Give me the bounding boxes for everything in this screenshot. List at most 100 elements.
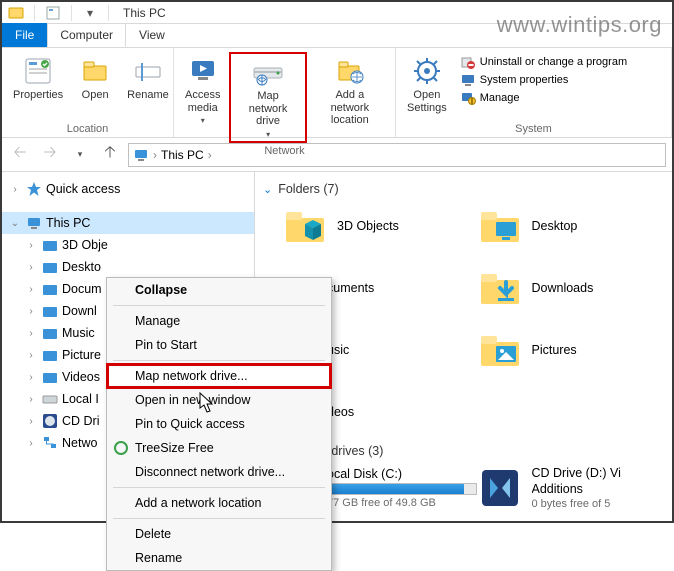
breadcrumb-this-pc[interactable]: This PC [161,148,204,162]
chevron-right-icon[interactable]: › [24,328,38,339]
rename-button[interactable]: Rename [120,52,176,105]
qat-dropdown-icon[interactable]: ▾ [82,5,98,21]
folder-icon [478,328,522,372]
qat-separator [108,5,109,21]
tree-desktop[interactable]: › Deskto [2,256,254,278]
folder-icon [478,266,522,310]
open-settings-button[interactable]: Open Settings [400,52,454,117]
address-bar[interactable]: › This PC › [128,143,666,167]
folder-icon [42,303,58,319]
tab-computer[interactable]: Computer [47,23,126,47]
ctx-open-new-window[interactable]: Open in new window [107,388,331,412]
open-icon [79,55,111,87]
ctx-manage[interactable]: Manage [107,309,331,333]
chevron-down-icon[interactable]: ⌄ [8,218,22,229]
chevron-right-icon[interactable]: › [24,350,38,361]
add-network-location-label: Add a network location [316,89,384,127]
chevron-right-icon[interactable]: › [24,306,38,317]
chevron-down-icon: ⌄ [263,183,272,196]
tree-label: Quick access [46,182,120,196]
drive-local-disk-c[interactable]: ocal Disk (C:) 77 GB free of 49.8 GB [327,462,478,514]
properties-qat-icon[interactable] [45,5,61,21]
folder-downloads[interactable]: Downloads [478,262,673,314]
folder-icon [42,281,58,297]
ctx-pin-quick-access[interactable]: Pin to Quick access [107,412,331,436]
folder-documents[interactable]: cuments [327,262,478,314]
system-properties-button[interactable]: System properties [460,72,627,88]
access-media-label: Access media [185,89,220,114]
window-title: This PC [119,6,166,20]
drive-label: ocal Disk (C:) [327,467,478,481]
folder-3d-objects[interactable]: 3D Objects [283,200,478,252]
drive-cd-d[interactable]: CD Drive (D:) Vi Additions 0 bytes free … [478,462,673,514]
add-network-location-icon [334,55,366,87]
chevron-right-icon[interactable]: › [153,148,157,162]
ctx-disconnect-network-drive[interactable]: Disconnect network drive... [107,460,331,484]
tab-view[interactable]: View [126,23,178,47]
network-icon [42,435,58,451]
tree-this-pc[interactable]: ⌄ This PC [2,212,254,234]
open-button[interactable]: Open [72,52,118,105]
tree-label: Local I [62,392,99,406]
chevron-right-icon[interactable]: › [24,240,38,251]
nav-back-button[interactable]: 🡠 [8,143,32,167]
context-menu: Collapse Manage Pin to Start Map network… [106,277,332,571]
folder-music[interactable]: usic [327,324,478,376]
chevron-right-icon[interactable]: › [208,148,212,162]
ctx-pin-start[interactable]: Pin to Start [107,333,331,357]
folder-icon [283,204,327,248]
folder-videos[interactable]: deos [327,386,478,438]
open-label: Open [82,89,109,102]
nav-history-dropdown[interactable]: ▾ [68,143,92,167]
properties-label: Properties [13,89,63,102]
manage-button[interactable]: Manage [460,90,627,106]
tab-file[interactable]: File [2,23,47,47]
folder-icon [478,204,522,248]
chevron-right-icon[interactable]: › [24,438,38,449]
chevron-right-icon[interactable]: › [24,284,38,295]
folder-icon [42,347,58,363]
properties-button[interactable]: Properties [6,52,70,105]
tree-quick-access[interactable]: › Quick access [2,178,254,200]
folder-desktop[interactable]: Desktop [478,200,673,252]
drives-section-header[interactable]: and drives (3) [307,444,672,458]
tree-3d-objects[interactable]: ›3D Obje [2,234,254,256]
chevron-right-icon[interactable]: › [8,184,22,195]
folder-label: Downloads [532,281,594,295]
drive-sublabel: 0 bytes free of 5 [532,498,673,510]
chevron-right-icon[interactable]: › [24,416,38,427]
tree-label: Videos [62,370,100,384]
map-network-drive-icon [252,56,284,88]
folder-pictures[interactable]: Pictures [478,324,673,376]
ctx-add-network-location[interactable]: Add a network location [107,491,331,515]
folders-section-header[interactable]: ⌄ Folders (7) [263,182,672,196]
ribbon-group-system: Open Settings Uninstall or change a prog… [396,48,672,137]
nav-forward-button[interactable]: 🡢 [38,143,62,167]
qat-separator [34,5,35,21]
chevron-right-icon[interactable]: › [24,262,38,273]
nav-up-button[interactable]: 🡡 [98,143,122,167]
ctx-rename[interactable]: Rename [107,546,331,570]
treesize-icon [113,440,129,456]
location-group-label: Location [2,121,173,137]
map-network-drive-button[interactable]: Map network drive ▾ [229,52,306,143]
ctx-map-network-drive[interactable]: Map network drive... [107,364,331,388]
tree-label: Deskto [62,260,101,274]
virtualbox-icon [478,466,522,510]
manage-label: Manage [480,92,520,104]
chevron-right-icon[interactable]: › [24,372,38,383]
ribbon-group-network: Access media ▾ Map network drive ▾ Add a… [174,48,396,137]
uninstall-program-button[interactable]: Uninstall or change a program [460,54,627,70]
ctx-separator [113,305,325,306]
drive-capacity-bar [327,483,477,495]
folder-icon [42,237,58,253]
drive-icon [42,391,58,407]
drive-sublabel: 77 GB free of 49.8 GB [327,497,478,509]
ctx-delete[interactable]: Delete [107,522,331,546]
access-media-button[interactable]: Access media ▾ [178,52,227,128]
drive-label2: Additions [532,482,673,496]
chevron-right-icon[interactable]: › [24,394,38,405]
add-network-location-button[interactable]: Add a network location [309,52,391,130]
ctx-treesize-free[interactable]: TreeSize Free [107,436,331,460]
ctx-collapse[interactable]: Collapse [107,278,331,302]
